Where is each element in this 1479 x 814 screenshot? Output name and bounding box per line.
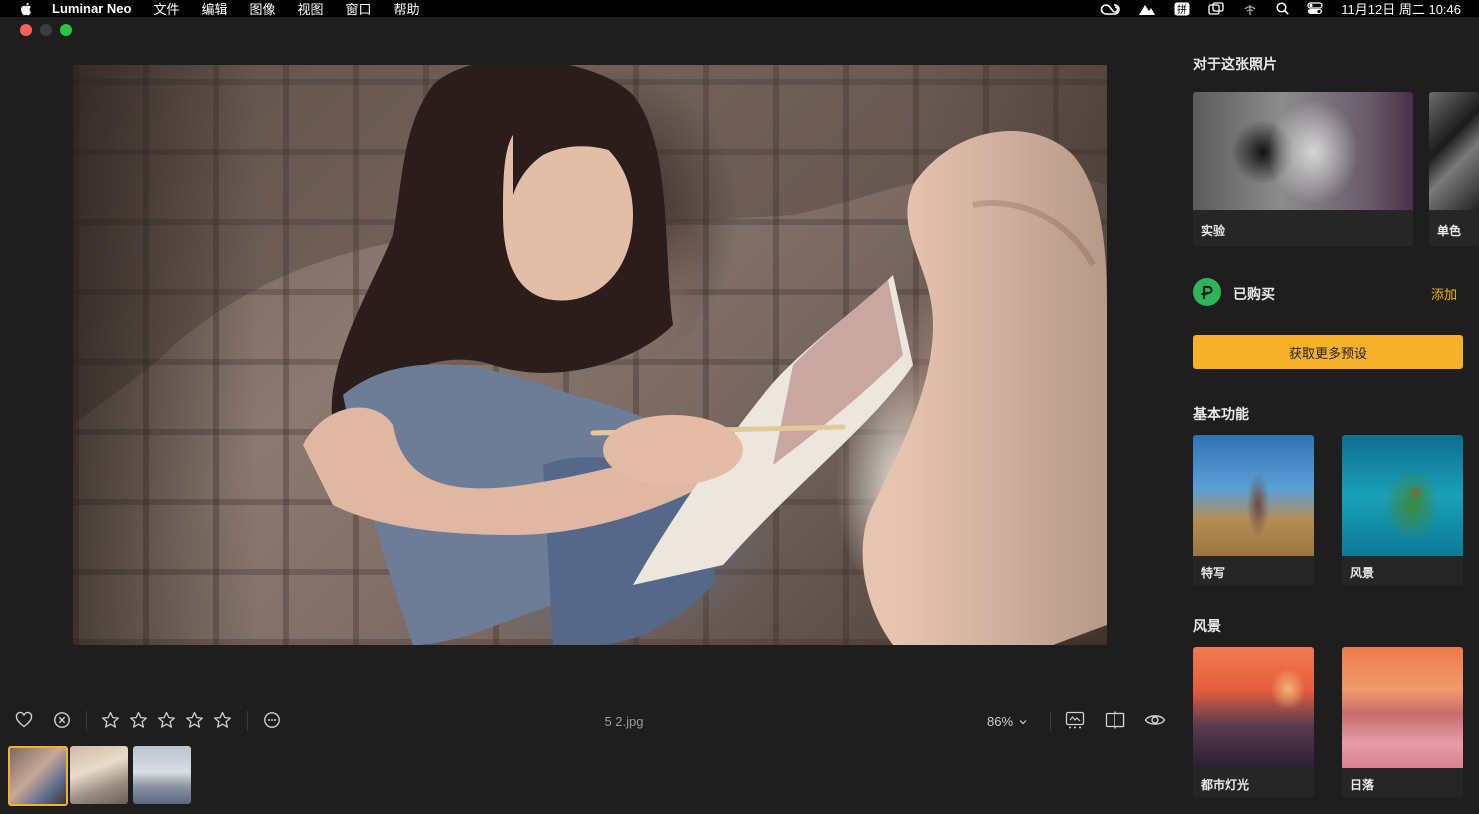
preset-thumbnail: [1429, 92, 1479, 210]
preset-label: 特写: [1201, 566, 1226, 580]
zoom-value: 86%: [987, 714, 1014, 729]
menu-view[interactable]: 视图: [298, 0, 324, 18]
app-window: 5 2.jpg 86% 对于这张照片 实验 单色 已购买 添加 获取更多预设 基…: [0, 17, 1479, 814]
preset-label: 日落: [1350, 778, 1375, 792]
chevron-down-icon: [1019, 719, 1027, 724]
control-center-icon[interactable]: [1307, 2, 1323, 15]
more-icon[interactable]: [263, 711, 281, 729]
star-icon[interactable]: [157, 711, 176, 729]
preset-thumbnail: [1193, 647, 1314, 768]
preset-thumbnail: [1342, 647, 1463, 768]
preset-card-experiment[interactable]: 实验: [1193, 92, 1413, 246]
filmstrip-thumbnail-selected[interactable]: [8, 746, 68, 806]
basics-title: 基本功能: [1193, 406, 1249, 422]
preset-label: 实验: [1201, 224, 1226, 238]
menu-image[interactable]: 图像: [250, 0, 276, 18]
menu-help[interactable]: 帮助: [394, 0, 420, 18]
close-window-button[interactable]: [20, 24, 32, 36]
creative-cloud-icon[interactable]: [1100, 2, 1121, 16]
preset-label: 风景: [1350, 566, 1375, 580]
menu-edit[interactable]: 编辑: [201, 0, 227, 18]
filmstrip-thumbnail[interactable]: [70, 746, 128, 804]
preset-thumbnail: [1342, 435, 1463, 556]
landscape-title: 风景: [1193, 618, 1221, 634]
get-more-presets-button[interactable]: 获取更多预设: [1193, 335, 1463, 369]
zoom-dropdown[interactable]: 86%: [987, 714, 1027, 729]
preset-card-sunset[interactable]: 日落: [1342, 647, 1463, 797]
star-icon[interactable]: [213, 711, 232, 729]
star-icon[interactable]: [185, 711, 204, 729]
menu-file[interactable]: 文件: [153, 0, 179, 18]
toolbar-divider: [86, 711, 87, 731]
preset-label: 单色: [1437, 224, 1462, 238]
clock[interactable]: 11月12日 周二 10:46: [1341, 0, 1461, 18]
svg-text:拼: 拼: [1177, 3, 1187, 16]
screen-mirror-icon[interactable]: [1208, 2, 1224, 15]
toolbar-divider: [247, 711, 248, 731]
preset-card-closeup[interactable]: 特写: [1193, 435, 1314, 585]
input-method-icon[interactable]: 拼: [1174, 2, 1190, 16]
eye-icon[interactable]: [1144, 711, 1166, 729]
toolbar-divider: [1050, 711, 1051, 731]
filename-label: 5 2.jpg: [604, 714, 644, 729]
compare-icon[interactable]: [1105, 711, 1125, 729]
app-menu[interactable]: Luminar Neo: [52, 1, 131, 16]
reject-icon[interactable]: [53, 711, 71, 729]
filmstrip-thumbnail[interactable]: [133, 746, 191, 804]
star-icon[interactable]: [101, 711, 120, 729]
wifi-icon[interactable]: [1242, 2, 1258, 16]
star-icon[interactable]: [129, 711, 148, 729]
search-icon[interactable]: [1276, 2, 1290, 15]
zoom-window-button[interactable]: [60, 24, 72, 36]
info-panel-icon[interactable]: [1065, 711, 1085, 729]
add-link[interactable]: 添加: [1431, 284, 1457, 303]
menu-bar: Luminar Neo 文件 编辑 图像 视图 窗口 帮助 拼 11月12日 周…: [0, 0, 1479, 17]
preset-card-city-lights[interactable]: 都市灯光: [1193, 647, 1314, 797]
apple-icon[interactable]: [20, 2, 34, 16]
about-photo-title: 对于这张照片: [1193, 56, 1277, 72]
minimize-window-button[interactable]: [40, 24, 52, 36]
cloud-icon[interactable]: [1138, 2, 1156, 16]
purchased-icon: [1193, 278, 1221, 306]
preset-thumbnail: [1193, 435, 1314, 556]
main-photo[interactable]: [73, 65, 1107, 645]
preset-card-mono[interactable]: 单色: [1429, 92, 1479, 246]
purchased-label: 已购买: [1233, 286, 1275, 302]
bottom-toolbar: 5 2.jpg 86%: [0, 707, 1180, 735]
preset-card-landscape[interactable]: 风景: [1342, 435, 1463, 585]
heart-icon[interactable]: [15, 711, 33, 729]
preset-thumbnail: [1193, 92, 1413, 210]
menu-window[interactable]: 窗口: [346, 0, 372, 18]
preset-label: 都市灯光: [1201, 778, 1250, 792]
